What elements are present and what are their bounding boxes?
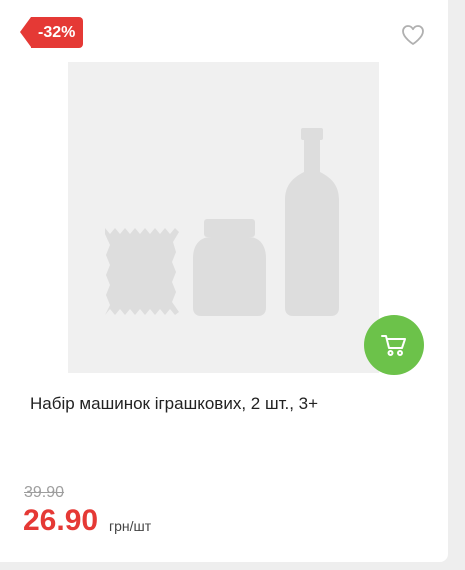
product-card[interactable]: -32% Набір машинок іграшкових, 2 шт., 3+… [0, 0, 448, 562]
add-to-cart-button[interactable] [364, 315, 424, 375]
old-price: 39.90 [24, 484, 65, 501]
current-price: 26.90 [23, 504, 99, 537]
product-placeholder-icon [105, 128, 339, 316]
price-unit: грн/шт [109, 518, 152, 534]
shopping-cart-icon [381, 335, 406, 356]
product-title[interactable]: Набір машинок іграшкових, 2 шт., 3+ [30, 393, 420, 415]
discount-badge: -32% [19, 17, 84, 48]
wishlist-heart-icon[interactable] [400, 22, 426, 48]
product-image-placeholder[interactable] [68, 62, 379, 373]
